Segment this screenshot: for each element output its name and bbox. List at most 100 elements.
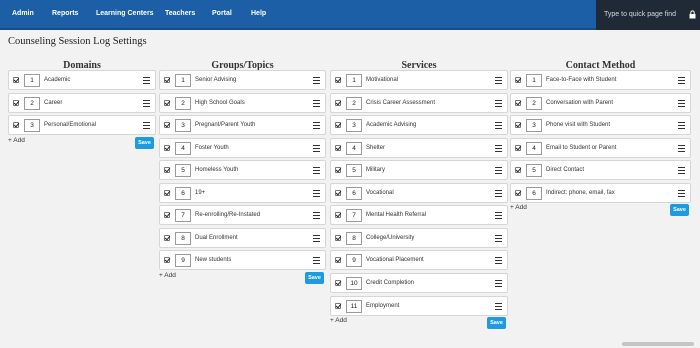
drag-handle-icon[interactable] <box>495 212 502 220</box>
services-row[interactable]: 3 Academic Advising <box>330 115 508 136</box>
enabled-checkbox[interactable] <box>515 144 521 151</box>
services-add-link[interactable]: + Add <box>330 317 347 324</box>
groups-topics-row[interactable]: 4 Foster Youth <box>159 137 326 158</box>
drag-handle-icon[interactable] <box>143 99 150 107</box>
drag-handle-icon[interactable] <box>313 77 320 84</box>
domains-row[interactable]: 3 Personal/Emotional <box>8 115 156 136</box>
nav-learning-centers[interactable]: Learning Centers <box>96 10 154 17</box>
drag-handle-icon[interactable] <box>313 122 320 130</box>
order-number-field[interactable]: 10 <box>346 277 362 290</box>
enabled-checkbox[interactable] <box>335 99 341 106</box>
nav-teachers[interactable]: Teachers <box>165 10 195 17</box>
quick-find-input[interactable]: Type to quick page find <box>596 0 686 30</box>
order-number-field[interactable]: 3 <box>526 119 542 133</box>
order-number-field[interactable]: 1 <box>526 74 542 87</box>
enabled-checkbox[interactable] <box>164 167 170 174</box>
drag-handle-icon[interactable] <box>495 122 502 130</box>
enabled-checkbox[interactable] <box>335 302 341 309</box>
drag-handle-icon[interactable] <box>678 144 685 152</box>
enabled-checkbox[interactable] <box>515 99 521 106</box>
order-number-field[interactable]: 11 <box>346 299 362 313</box>
contact-method-row[interactable]: 5 Direct Contact <box>510 160 691 181</box>
enabled-checkbox[interactable] <box>164 189 170 196</box>
services-row[interactable]: 1 Motivational <box>330 70 508 90</box>
nav-help[interactable]: Help <box>251 10 266 17</box>
order-number-field[interactable]: 7 <box>346 209 362 223</box>
order-number-field[interactable]: 7 <box>175 209 191 223</box>
enabled-checkbox[interactable] <box>13 77 19 83</box>
enabled-checkbox[interactable] <box>515 189 521 196</box>
services-row[interactable]: 7 Mental Health Referral <box>330 205 508 226</box>
enabled-checkbox[interactable] <box>335 167 341 174</box>
groups-topics-add-link[interactable]: + Add <box>159 272 176 279</box>
nav-admin[interactable]: Admin <box>12 10 34 17</box>
groups-topics-row[interactable]: 8 Dual Enrollment <box>159 227 326 248</box>
domains-save-button[interactable]: Save <box>135 136 154 149</box>
order-number-field[interactable]: 2 <box>526 96 542 110</box>
drag-handle-icon[interactable] <box>495 234 502 242</box>
order-number-field[interactable]: 4 <box>346 141 362 155</box>
order-number-field[interactable]: 1 <box>175 74 191 87</box>
groups-topics-row[interactable]: 6 19+ <box>159 182 326 203</box>
groups-topics-row[interactable]: 3 Pregnant/Parent Youth <box>159 115 326 136</box>
enabled-checkbox[interactable] <box>335 234 341 241</box>
order-number-field[interactable]: 8 <box>346 231 362 245</box>
services-save-button[interactable]: Save <box>487 317 506 330</box>
horizontal-scrollbar[interactable] <box>622 342 694 346</box>
enabled-checkbox[interactable] <box>164 99 170 106</box>
order-number-field[interactable]: 6 <box>526 186 542 200</box>
enabled-checkbox[interactable] <box>164 234 170 241</box>
contact-method-row[interactable]: 3 Phone visit with Student <box>510 115 691 136</box>
enabled-checkbox[interactable] <box>164 212 170 219</box>
drag-handle-icon[interactable] <box>678 122 685 130</box>
enabled-checkbox[interactable] <box>335 212 341 219</box>
services-row[interactable]: 5 Military <box>330 160 508 181</box>
services-row[interactable]: 10 Credit Completion <box>330 273 508 293</box>
domains-add-link[interactable]: + Add <box>8 137 25 144</box>
order-number-field[interactable]: 2 <box>346 96 362 110</box>
groups-topics-row[interactable]: 5 Homeless Youth <box>159 160 326 181</box>
contact-method-row[interactable]: 4 Email to Student or Parent <box>510 137 691 158</box>
order-number-field[interactable]: 6 <box>346 186 362 200</box>
enabled-checkbox[interactable] <box>515 77 521 83</box>
services-row[interactable]: 4 Shelter <box>330 137 508 158</box>
order-number-field[interactable]: 2 <box>175 96 191 110</box>
enabled-checkbox[interactable] <box>13 99 19 106</box>
order-number-field[interactable]: 9 <box>175 254 191 268</box>
order-number-field[interactable]: 1 <box>346 74 362 87</box>
contact-method-row[interactable]: 2 Conversation with Parent <box>510 92 691 113</box>
drag-handle-icon[interactable] <box>495 189 502 197</box>
lock-icon[interactable] <box>686 0 700 30</box>
enabled-checkbox[interactable] <box>164 77 170 83</box>
drag-handle-icon[interactable] <box>313 167 320 175</box>
order-number-field[interactable]: 5 <box>175 164 191 178</box>
domains-row[interactable]: 1 Academic <box>8 70 156 90</box>
order-number-field[interactable]: 4 <box>526 141 542 155</box>
drag-handle-icon[interactable] <box>678 167 685 175</box>
drag-handle-icon[interactable] <box>678 189 685 197</box>
order-number-field[interactable]: 4 <box>175 141 191 155</box>
nav-portal[interactable]: Portal <box>212 10 232 17</box>
drag-handle-icon[interactable] <box>313 144 320 152</box>
drag-handle-icon[interactable] <box>678 99 685 107</box>
enabled-checkbox[interactable] <box>164 257 170 264</box>
drag-handle-icon[interactable] <box>495 167 502 175</box>
enabled-checkbox[interactable] <box>335 257 341 264</box>
drag-handle-icon[interactable] <box>495 99 502 107</box>
enabled-checkbox[interactable] <box>164 122 170 129</box>
enabled-checkbox[interactable] <box>515 122 521 129</box>
groups-topics-save-button[interactable]: Save <box>305 272 324 284</box>
order-number-field[interactable]: 8 <box>175 231 191 245</box>
enabled-checkbox[interactable] <box>335 122 341 129</box>
enabled-checkbox[interactable] <box>515 167 521 174</box>
services-row[interactable]: 8 College/University <box>330 227 508 248</box>
enabled-checkbox[interactable] <box>335 189 341 196</box>
drag-handle-icon[interactable] <box>313 234 320 242</box>
services-row[interactable]: 9 Vocational Placement <box>330 250 508 271</box>
drag-handle-icon[interactable] <box>313 257 320 265</box>
order-number-field[interactable]: 3 <box>175 119 191 133</box>
contact-method-row[interactable]: 6 Indirect: phone, email, fax <box>510 182 691 203</box>
enabled-checkbox[interactable] <box>13 122 19 129</box>
services-row[interactable]: 6 Vocational <box>330 182 508 203</box>
order-number-field[interactable]: 6 <box>175 186 191 200</box>
